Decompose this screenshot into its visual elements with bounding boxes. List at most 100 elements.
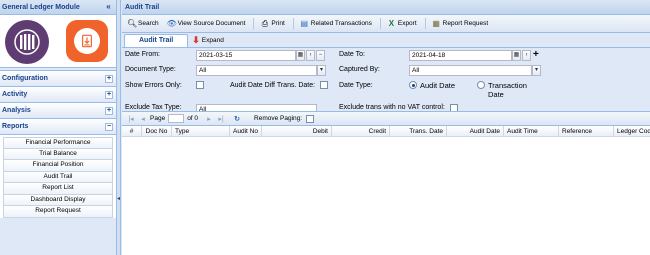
column-header[interactable]: # bbox=[122, 126, 142, 137]
search-icon: 🔍︎ bbox=[127, 19, 138, 28]
remove-paging-label: Remove Paging: bbox=[254, 115, 303, 122]
grid-body bbox=[122, 137, 650, 247]
view-source-document-button[interactable]: 👁︎ View Source Document bbox=[167, 19, 246, 28]
column-header[interactable]: Credit bbox=[332, 126, 390, 137]
view-source-label: View Source Document bbox=[177, 20, 246, 27]
search-button[interactable]: 🔍︎ Search bbox=[127, 19, 159, 28]
excel-icon: X bbox=[388, 19, 395, 28]
report-item-financial-performance[interactable]: Financial Performance bbox=[3, 137, 113, 149]
exclude-no-vat-label: Exclude trans with no VAT control: bbox=[339, 104, 445, 111]
print-label: Print bbox=[271, 20, 285, 27]
refresh-icon[interactable]: ↻ bbox=[232, 115, 242, 123]
transaction-date-radio[interactable] bbox=[477, 81, 485, 89]
column-header[interactable]: Type bbox=[172, 126, 230, 137]
document-type-select[interactable]: All bbox=[196, 65, 317, 76]
show-errors-checkbox[interactable] bbox=[196, 81, 204, 89]
report-item-report-request[interactable]: Report Request bbox=[3, 206, 113, 218]
reports-list: Financial Performance Trial Balance Fina… bbox=[0, 134, 116, 218]
related-transactions-icon: ▤ bbox=[300, 19, 309, 28]
minus-icon[interactable]: − bbox=[316, 50, 325, 61]
column-header[interactable]: Audit Time bbox=[504, 126, 559, 137]
next-date-icon[interactable]: › bbox=[522, 50, 531, 61]
section-label: Configuration bbox=[2, 75, 48, 82]
report-item-trial-balance[interactable]: Trial Balance bbox=[3, 148, 113, 160]
exclude-tax-type-label: Exclude Tax Type: bbox=[125, 104, 182, 111]
report-item-financial-position[interactable]: Financial Position bbox=[3, 160, 113, 172]
sidebar-title: General Ledger Module bbox=[2, 3, 80, 11]
exclude-no-vat-checkbox[interactable] bbox=[450, 104, 458, 111]
tab-strip: Audit Trail ⬇ Expand bbox=[122, 33, 650, 48]
chevron-down-icon[interactable]: ▾ bbox=[317, 65, 326, 76]
page-label: Page bbox=[150, 115, 166, 122]
report-request-label: Report Request bbox=[442, 20, 489, 27]
ledger-tile-icon[interactable] bbox=[5, 20, 49, 64]
main-panel: Audit Trail 🔍︎ Search 👁︎ View Source Doc… bbox=[122, 0, 650, 255]
report-item-dashboard-display[interactable]: Dashboard Display bbox=[3, 194, 113, 206]
column-header[interactable]: Debit bbox=[262, 126, 332, 137]
captured-by-label: Captured By: bbox=[339, 66, 380, 73]
section-analysis[interactable]: Analysis + bbox=[0, 102, 116, 118]
toolbar-separator bbox=[253, 18, 255, 29]
exclude-tax-type-select[interactable]: All bbox=[196, 104, 317, 111]
expand-icon[interactable]: + bbox=[105, 90, 113, 99]
remove-paging-checkbox[interactable] bbox=[306, 114, 315, 123]
chevron-down-icon[interactable]: ▾ bbox=[532, 65, 541, 76]
panel-title: Audit Trail bbox=[122, 0, 650, 15]
report-request-button[interactable]: ▦ Report Request bbox=[432, 19, 489, 28]
column-header[interactable]: Reference bbox=[559, 126, 614, 137]
section-activity[interactable]: Activity + bbox=[0, 86, 116, 102]
audit-date-radio-label: Audit Date bbox=[420, 81, 456, 90]
expand-icon[interactable]: + bbox=[105, 74, 113, 83]
collapse-sidebar-icon[interactable]: « bbox=[104, 2, 113, 12]
toolbar-separator bbox=[292, 18, 294, 29]
calendar-icon[interactable]: ▦ bbox=[296, 50, 305, 61]
audit-date-radio[interactable] bbox=[409, 81, 417, 89]
filter-form: Date From: 2021-03-15 ▦ › − Date To: 202… bbox=[122, 48, 650, 112]
next-date-icon[interactable]: › bbox=[306, 50, 315, 61]
audit-date-diff-label: Audit Date Diff Trans. Date: bbox=[230, 82, 316, 89]
next-page-icon[interactable]: ▸ bbox=[204, 115, 214, 123]
view-icon: 👁︎ bbox=[166, 19, 177, 28]
sidebar-header: General Ledger Module « bbox=[0, 0, 116, 15]
audit-date-diff-checkbox[interactable] bbox=[320, 81, 328, 89]
column-header[interactable]: Audit Date bbox=[447, 126, 504, 137]
export-label: Export bbox=[397, 20, 417, 27]
module-tiles bbox=[0, 15, 116, 68]
report-item-report-list[interactable]: Report List bbox=[3, 183, 113, 195]
date-type-label: Date Type: bbox=[339, 82, 373, 89]
section-configuration[interactable]: Configuration + bbox=[0, 70, 116, 86]
columns-icon bbox=[14, 29, 40, 55]
tab-audit-trail[interactable]: Audit Trail bbox=[124, 34, 189, 47]
collapse-icon[interactable]: − bbox=[105, 122, 113, 131]
show-errors-label: Show Errors Only: bbox=[125, 82, 182, 89]
captured-by-select[interactable]: All bbox=[409, 65, 532, 76]
calendar-icon[interactable]: ▦ bbox=[512, 50, 521, 61]
section-label: Reports bbox=[2, 123, 29, 130]
arrow-down-icon: ⬇ bbox=[192, 35, 200, 45]
print-button[interactable]: ⎙ Print bbox=[260, 19, 285, 28]
last-page-icon[interactable]: ▸| bbox=[216, 115, 226, 123]
column-header[interactable]: Ledger Code bbox=[614, 126, 650, 137]
report-item-audit-trail[interactable]: Audit Trail bbox=[3, 171, 113, 183]
sidebar-splitter[interactable]: ◂ bbox=[117, 0, 121, 255]
column-header[interactable]: Trans. Date bbox=[390, 126, 447, 137]
plus-icon[interactable]: + bbox=[533, 49, 539, 60]
grid-header: # Doc No Type Audit No Debit Credit Tran… bbox=[122, 126, 650, 137]
related-transactions-button[interactable]: ▤ Related Transactions bbox=[300, 19, 372, 28]
export-button[interactable]: X Export bbox=[387, 19, 417, 28]
expand-button[interactable]: ⬇ Expand bbox=[192, 34, 224, 47]
date-to-field[interactable]: 2021-04-18 bbox=[409, 50, 512, 61]
document-icon bbox=[82, 34, 92, 48]
toolbar: 🔍︎ Search 👁︎ View Source Document ⎙ Prin… bbox=[122, 15, 650, 33]
printer-icon: ⎙ bbox=[261, 19, 269, 28]
date-from-field[interactable]: 2021-03-15 bbox=[196, 50, 296, 61]
first-page-icon[interactable]: |◂ bbox=[126, 115, 136, 123]
collapse-arrow-icon[interactable]: ◂ bbox=[117, 195, 120, 202]
previous-page-icon[interactable]: ◂ bbox=[138, 115, 148, 123]
report-tile-icon[interactable] bbox=[66, 20, 108, 62]
column-header[interactable]: Doc No bbox=[142, 126, 172, 137]
expand-icon[interactable]: + bbox=[105, 106, 113, 115]
section-reports[interactable]: Reports − bbox=[0, 118, 116, 134]
column-header[interactable]: Audit No bbox=[230, 126, 262, 137]
page-number-input[interactable] bbox=[168, 114, 185, 123]
